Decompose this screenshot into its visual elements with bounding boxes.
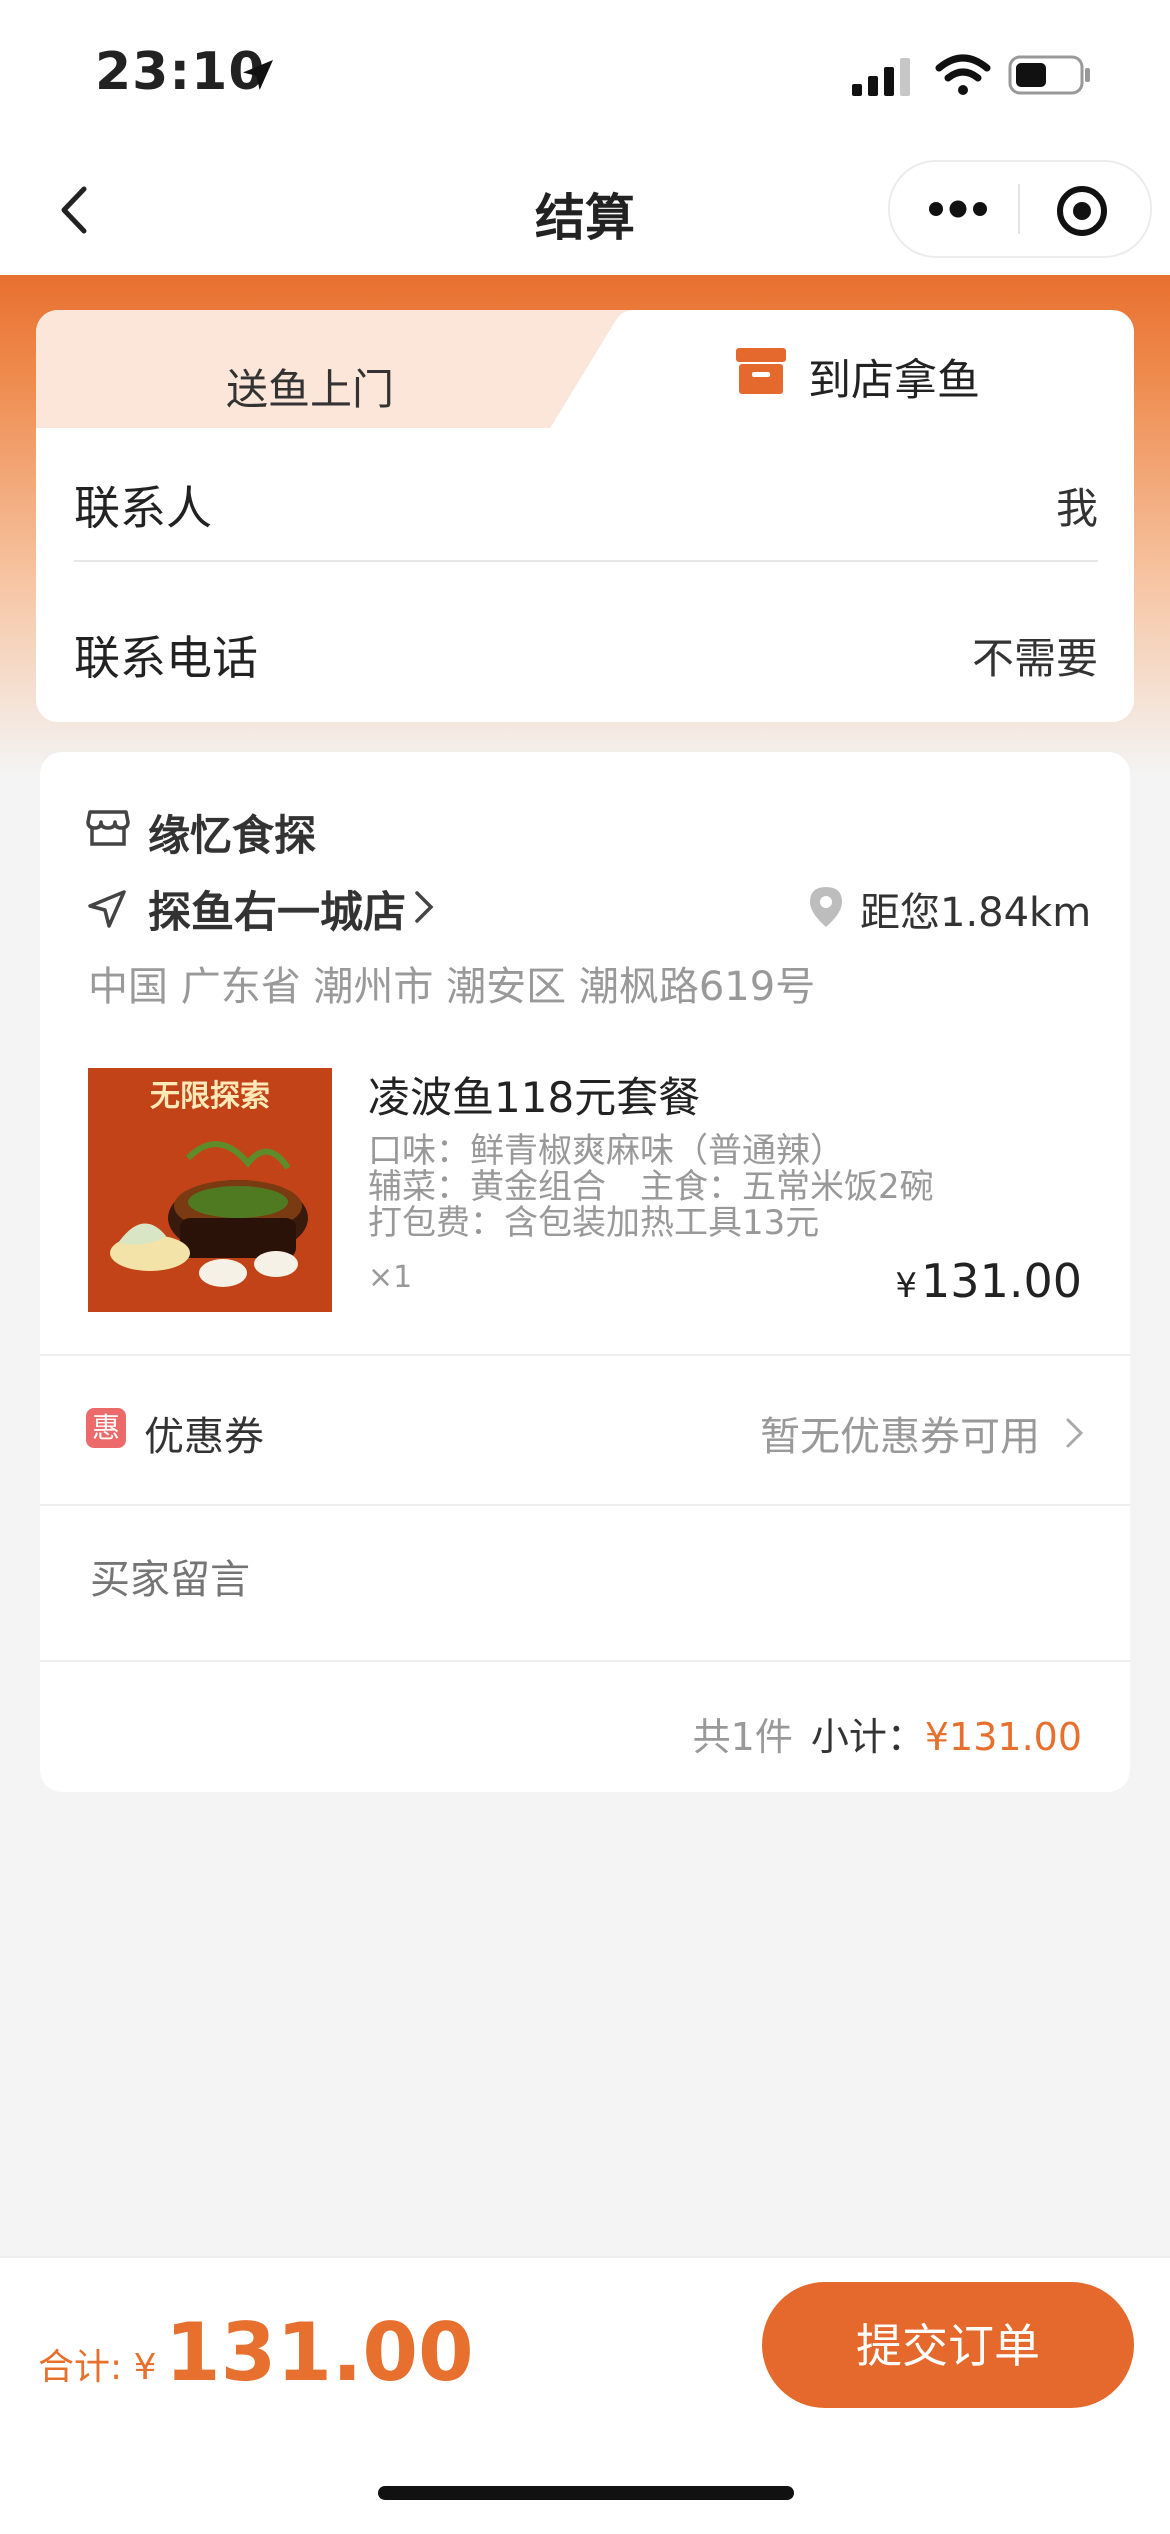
coupon-badge-icon: 惠 xyxy=(86,1408,126,1448)
subtotal: 共1件 小计：¥131.00 xyxy=(693,1706,1082,1761)
status-bar: 23:10 xyxy=(0,0,1170,150)
submit-order-button[interactable]: 提交订单 xyxy=(762,2282,1134,2408)
tab-deliver-label[interactable]: 送鱼上门 xyxy=(226,356,394,417)
product-spec-side: 辅菜：黄金组合 主食：五常米饭2碗 xyxy=(368,1167,934,1207)
store-distance: 距您1.84km xyxy=(860,890,1092,936)
store-address: 中国 广东省 潮州市 潮安区 潮枫路619号 xyxy=(88,964,816,1010)
chevron-right-icon[interactable] xyxy=(412,889,436,925)
price-value: 131.00 xyxy=(921,1254,1082,1308)
phone-label: 联系电话 xyxy=(74,631,258,685)
target-icon[interactable] xyxy=(1055,184,1109,238)
subtotal-amount: ¥131.00 xyxy=(924,1715,1082,1759)
coupon-value: 暂无优惠券可用 xyxy=(760,1414,1040,1460)
bottom-bar: 合计: ¥ 131.00 提交订单 xyxy=(0,2256,1170,2534)
contact-row[interactable]: 联系人 我 xyxy=(74,450,1098,562)
shop-icon xyxy=(86,810,130,846)
buyer-message-input[interactable] xyxy=(88,1556,992,1604)
capsule-divider xyxy=(1018,184,1020,234)
total-label: 合计: ¥ xyxy=(38,2347,157,2388)
location-arrow-icon xyxy=(243,60,273,90)
map-pin-icon xyxy=(810,887,842,927)
pickup-card: 送鱼上门 到店拿鱼 联系人 我 联系电话 不需要 xyxy=(36,310,1134,722)
mini-program-capsule xyxy=(888,160,1152,258)
coupon-row[interactable]: 惠 优惠券 暂无优惠券可用 xyxy=(40,1354,1130,1506)
battery-icon xyxy=(1008,55,1090,95)
contact-value: 我 xyxy=(1055,484,1098,533)
home-indicator xyxy=(378,2486,794,2500)
product-quantity: ×1 xyxy=(368,1260,413,1295)
shop-name: 缘忆食探 xyxy=(148,811,317,860)
item-count: 共1件 xyxy=(692,1715,793,1759)
store-box-icon xyxy=(736,348,786,394)
navigation-icon xyxy=(88,890,126,928)
nav-bar: 结算 xyxy=(0,150,1170,275)
chevron-right-icon xyxy=(1066,1418,1084,1448)
subtotal-row: 共1件 小计：¥131.00 xyxy=(40,1660,1130,1792)
wifi-icon xyxy=(935,54,991,95)
signal-icon xyxy=(852,58,910,96)
total-amount: 131.00 xyxy=(165,2306,474,2399)
buyer-message-row xyxy=(40,1504,1130,1662)
product-image: 无限探索 xyxy=(88,1068,332,1312)
product-price: ¥131.00 xyxy=(895,1254,1082,1308)
phone-row[interactable]: 联系电话 不需要 xyxy=(74,600,1098,700)
price-currency: ¥ xyxy=(895,1266,918,1306)
subtotal-label: 小计： xyxy=(810,1715,925,1759)
product-image-text: 无限探索 xyxy=(150,1079,270,1114)
more-icon[interactable] xyxy=(928,192,988,226)
phone-value: 不需要 xyxy=(971,634,1098,683)
store-name[interactable]: 探鱼右一城店 xyxy=(148,878,406,940)
tab-pickup-label[interactable]: 到店拿鱼 xyxy=(808,346,980,408)
product-image-art: 无限探索 xyxy=(88,1068,332,1312)
contact-label: 联系人 xyxy=(74,481,212,535)
product-spec-flavor: 口味：鲜青椒爽麻味（普通辣） xyxy=(368,1131,844,1171)
order-card: 缘忆食探 探鱼右一城店 距您1.84km 中国 广东省 潮州市 潮安区 潮枫路6… xyxy=(40,752,1130,1792)
product-name: 凌波鱼118元套餐 xyxy=(368,1073,701,1122)
coupon-label: 优惠券 xyxy=(144,1414,264,1460)
product-spec-packaging: 打包费：含包装加热工具13元 xyxy=(368,1203,820,1243)
